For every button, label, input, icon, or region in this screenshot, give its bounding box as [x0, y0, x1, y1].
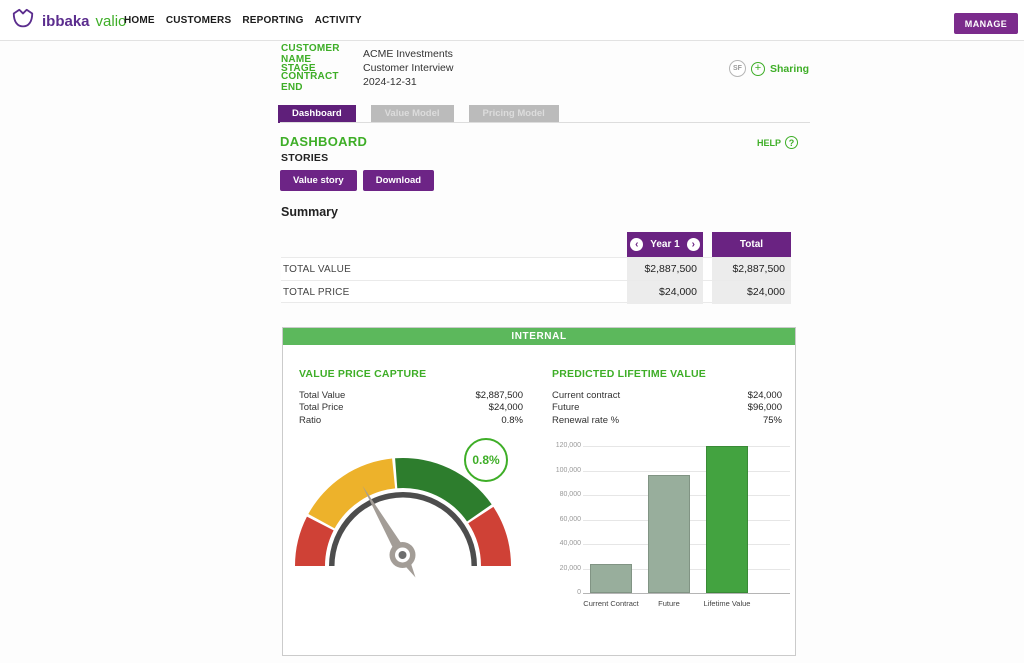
gridline	[583, 593, 790, 594]
summary-column-total: Total	[712, 232, 791, 257]
bar-lifetime-value	[706, 446, 748, 593]
internal-banner: INTERNAL	[283, 328, 795, 345]
sharing-link[interactable]: Sharing	[770, 63, 809, 75]
help-label[interactable]: HELP	[757, 138, 781, 148]
stat-value: $2,887,500	[475, 390, 523, 401]
app-root: ibbaka valio HOME CUSTOMERS REPORTING AC…	[0, 0, 1024, 663]
stat-label: Future	[552, 402, 579, 413]
avatar[interactable]: SF	[729, 60, 746, 77]
summary-title: Summary	[281, 205, 338, 219]
manage-button[interactable]: MANAGE	[954, 13, 1018, 34]
contract-end-label: CONTRACT END	[281, 71, 363, 93]
stat-total-value: Total Value $2,887,500	[299, 389, 523, 402]
help-control[interactable]: HELP ?	[757, 136, 798, 149]
top-bar: ibbaka valio HOME CUSTOMERS REPORTING AC…	[0, 0, 1024, 41]
page-title: DASHBOARD	[280, 134, 367, 149]
contract-end-value: 2024-12-31	[363, 76, 417, 88]
total-price-year1: $24,000	[627, 281, 703, 304]
brand-name-valio: valio	[96, 13, 127, 30]
stat-label: Ratio	[299, 415, 321, 426]
stat-value: 75%	[763, 415, 782, 426]
gauge-value-badge: 0.8%	[464, 438, 508, 482]
predicted-lifetime-value-stats: Current contract $24,000 Future $96,000 …	[552, 389, 782, 427]
add-user-icon[interactable]: +	[751, 62, 765, 76]
stories-title: STORIES	[281, 152, 328, 164]
value-price-capture-stats: Total Value $2,887,500 Total Price $24,0…	[299, 389, 523, 427]
tab-underline	[280, 122, 810, 123]
nav-customers[interactable]: CUSTOMERS	[166, 15, 232, 26]
tab-pricing-model[interactable]: Pricing Model	[469, 105, 559, 123]
value-price-capture-title: VALUE PRICE CAPTURE	[299, 368, 426, 380]
question-mark-icon[interactable]: ?	[785, 136, 798, 149]
predicted-lifetime-value-title: PREDICTED LIFETIME VALUE	[552, 368, 706, 380]
y-axis-tick-label: 80,000	[553, 491, 581, 498]
sharing-controls: SF + Sharing	[729, 60, 809, 77]
bar-chart: 020,00040,00060,00080,000100,000120,000C…	[553, 441, 793, 611]
customer-name-value: ACME Investments	[363, 48, 453, 60]
total-value-year1: $2,887,500	[627, 258, 703, 281]
ibbaka-cup-icon	[10, 7, 36, 36]
y-axis-tick-label: 120,000	[553, 442, 581, 449]
tab-value-model[interactable]: Value Model	[371, 105, 454, 123]
main-nav: HOME CUSTOMERS REPORTING ACTIVITY	[124, 0, 362, 41]
stage-value: Customer Interview	[363, 62, 453, 74]
internal-card: INTERNAL VALUE PRICE CAPTURE Total Value…	[282, 327, 796, 656]
stat-label: Total Value	[299, 390, 345, 401]
total-price-total: $24,000	[712, 281, 791, 304]
y-axis-tick-label: 100,000	[553, 467, 581, 474]
nav-reporting[interactable]: REPORTING	[242, 15, 303, 26]
tab-dashboard[interactable]: Dashboard	[278, 105, 356, 123]
download-button[interactable]: Download	[363, 170, 434, 191]
bar-current-contract	[590, 564, 632, 593]
total-column-label: Total	[740, 239, 763, 250]
x-axis-category-label: Lifetime Value	[692, 599, 762, 608]
stat-label: Current contract	[552, 390, 620, 401]
nav-activity[interactable]: ACTIVITY	[315, 15, 362, 26]
stat-value: $24,000	[489, 402, 523, 413]
stat-value: 0.8%	[501, 415, 523, 426]
year1-column-label: Year 1	[650, 239, 679, 250]
stat-future: Future $96,000	[552, 402, 782, 415]
value-story-button[interactable]: Value story	[280, 170, 357, 191]
y-axis-tick-label: 0	[553, 589, 581, 596]
chevron-left-icon[interactable]: ‹	[630, 238, 643, 251]
story-buttons: Value story Download	[280, 170, 434, 191]
summary-column-year1: ‹ Year 1 ›	[627, 232, 703, 257]
total-price-label: TOTAL PRICE	[283, 281, 349, 304]
brand-logo[interactable]: ibbaka valio	[10, 7, 126, 36]
gridline	[583, 471, 790, 472]
contract-end-row: CONTRACT END 2024-12-31	[281, 75, 453, 89]
nav-home[interactable]: HOME	[124, 15, 155, 26]
y-axis-tick-label: 60,000	[553, 516, 581, 523]
y-axis-tick-label: 40,000	[553, 540, 581, 547]
total-value-label: TOTAL VALUE	[283, 258, 351, 281]
stat-label: Renewal rate %	[552, 415, 619, 426]
customer-name-row: CUSTOMER NAME ACME Investments	[281, 47, 453, 61]
brand-name-ibbaka: ibbaka	[42, 13, 90, 30]
stat-value: $24,000	[748, 390, 782, 401]
chevron-right-icon[interactable]: ›	[687, 238, 700, 251]
stat-renewal-rate: Renewal rate % 75%	[552, 414, 782, 427]
y-axis-tick-label: 20,000	[553, 565, 581, 572]
table-row-total-value: TOTAL VALUE $2,887,500 $2,887,500	[281, 257, 791, 280]
stat-total-price: Total Price $24,000	[299, 402, 523, 415]
gridline	[583, 446, 790, 447]
customer-info: CUSTOMER NAME ACME Investments STAGE Cus…	[281, 47, 453, 89]
tab-bar: Dashboard Value Model Pricing Model	[278, 105, 559, 123]
stat-current-contract: Current contract $24,000	[552, 389, 782, 402]
bar-chart-plot: 020,00040,00060,00080,000100,000120,000C…	[583, 446, 790, 593]
bar-future	[648, 475, 690, 593]
table-row-total-price: TOTAL PRICE $24,000 $24,000	[281, 280, 791, 303]
stat-value: $96,000	[748, 402, 782, 413]
total-value-total: $2,887,500	[712, 258, 791, 281]
stat-ratio: Ratio 0.8%	[299, 414, 523, 427]
stat-label: Total Price	[299, 402, 343, 413]
